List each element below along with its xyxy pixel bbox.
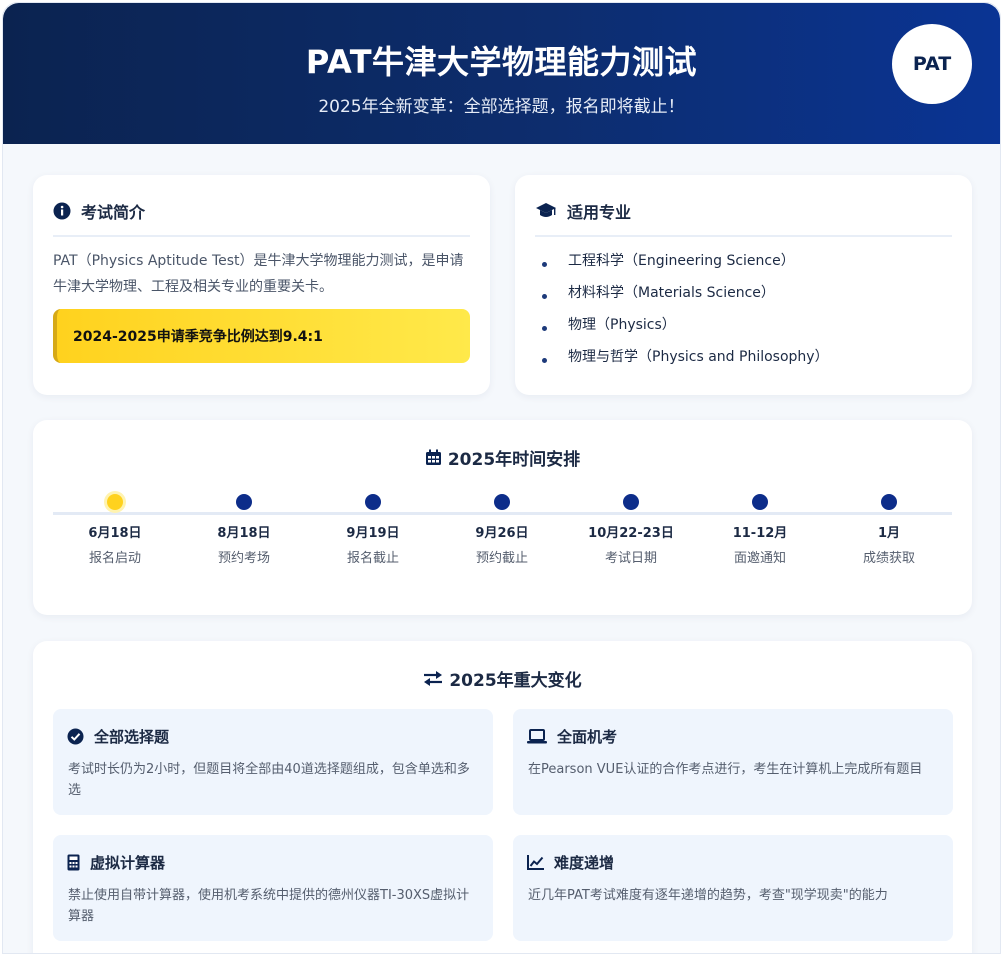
page-subtitle: 2025年全新变革：全部选择题，报名即将截止！	[318, 97, 685, 117]
timeline-date: 11-12月	[732, 526, 788, 541]
change-item-desc: 考试时长仍为2小时，但题目将全部由40道选择题组成，包含单选和多选	[68, 762, 470, 798]
intro-text: PAT（Physics Aptitude Test）是牛津大学物理能力测试，是申…	[53, 253, 464, 295]
header-banner: PAT牛津大学物理能力测试 2025年全新变革：全部选择题，报名即将截止！ PA…	[3, 3, 1000, 144]
timeline-dot	[494, 494, 510, 510]
line-chart-icon	[527, 855, 544, 870]
bullet-icon	[542, 294, 547, 299]
timeline-item: 9月19日 报名截止	[313, 494, 433, 566]
timeline-date: 9月19日	[346, 526, 400, 541]
list-item: 物理与哲学（Physics and Philosophy）	[539, 344, 829, 376]
changes-card: 2025年重大变化 全部选择题 考试时长仍为2小时，但题目将全部由40道选择题组…	[33, 641, 972, 953]
change-item-header: 全部选择题	[67, 726, 169, 747]
timeline-label: 报名截止	[346, 551, 399, 566]
timeline-dot	[881, 494, 897, 510]
laptop-icon	[527, 729, 547, 744]
timeline-label: 面邀通知	[733, 551, 786, 566]
list-item: 工程科学（Engineering Science）	[539, 248, 829, 280]
timeline-date: 10月22-23日	[588, 526, 674, 541]
graduation-cap-icon	[535, 202, 557, 220]
timeline-item: 8月18日 预约考场	[184, 494, 304, 566]
calculator-icon	[67, 854, 80, 871]
timeline-label: 成绩获取	[862, 551, 915, 566]
change-item-header: 难度递增	[527, 852, 614, 873]
timeline-date: 1月	[877, 526, 901, 541]
timeline-label: 预约考场	[217, 551, 270, 566]
list-item: 材料科学（Materials Science）	[539, 280, 829, 312]
timeline-item: 11-12月 面邀通知	[700, 494, 820, 566]
change-item-desc: 禁止使用自带计算器，使用机考系统中提供的德州仪器TI-30XS虚拟计算器	[68, 888, 470, 924]
change-item-desc: 在Pearson VUE认证的合作考点进行，考生在计算机上完成所有题目	[528, 762, 923, 777]
info-circle-icon	[53, 202, 71, 220]
timeline-label: 报名启动	[88, 551, 141, 566]
timeline-dot	[365, 494, 381, 510]
timeline-item: 6月18日 报名启动	[55, 494, 175, 566]
timeline-card: 2025年时间安排 6月18日 报名启动 8月18日 预约考场 9月19日 报名…	[33, 420, 972, 615]
timeline-title: 2025年时间安排	[33, 445, 972, 470]
check-circle-icon	[67, 728, 84, 745]
bullet-icon	[542, 262, 547, 267]
timeline-date: 8月18日	[217, 526, 271, 541]
change-item: 全部选择题 考试时长仍为2小时，但题目将全部由40道选择题组成，包含单选和多选	[53, 709, 493, 815]
timeline-dot-active	[107, 494, 123, 510]
bullet-icon	[542, 358, 547, 363]
majors-title: 适用专业	[567, 203, 632, 222]
changes-title: 2025年重大变化	[33, 666, 972, 691]
page-title: PAT牛津大学物理能力测试	[305, 43, 698, 81]
pat-logo: PAT	[892, 24, 972, 104]
change-item-desc: 近几年PAT考试难度有逐年递增的趋势，考查"现学现卖"的能力	[528, 888, 888, 903]
timeline-item: 9月26日 预约截止	[442, 494, 562, 566]
timeline-item: 1月 成绩获取	[829, 494, 949, 566]
timeline-date: 9月26日	[475, 526, 529, 541]
exchange-arrows-icon	[423, 670, 443, 687]
majors-card: 适用专业 工程科学（Engineering Science） 材料科学（Mate…	[515, 175, 972, 395]
timeline-dot	[752, 494, 768, 510]
change-item-header: 全面机考	[527, 726, 617, 747]
change-item-header: 虚拟计算器	[67, 852, 165, 873]
majors-card-header: 适用专业	[535, 199, 952, 237]
competition-ratio-highlight: 2024-2025申请季竞争比例达到9.4:1	[53, 309, 470, 363]
change-item: 全面机考 在Pearson VUE认证的合作考点进行，考生在计算机上完成所有题目	[513, 709, 953, 815]
intro-card: 考试简介 PAT（Physics Aptitude Test）是牛津大学物理能力…	[33, 175, 490, 395]
change-item: 难度递增 近几年PAT考试难度有逐年递增的趋势，考查"现学现卖"的能力	[513, 835, 953, 941]
bullet-icon	[542, 326, 547, 331]
change-item: 虚拟计算器 禁止使用自带计算器，使用机考系统中提供的德州仪器TI-30XS虚拟计…	[53, 835, 493, 941]
page-frame: PAT牛津大学物理能力测试 2025年全新变革：全部选择题，报名即将截止！ PA…	[2, 2, 1001, 954]
timeline-label: 考试日期	[604, 551, 657, 566]
timeline-label: 预约截止	[475, 551, 528, 566]
timeline-date: 6月18日	[88, 526, 142, 541]
timeline-dot	[236, 494, 252, 510]
calendar-icon	[425, 449, 442, 466]
timeline-item: 10月22-23日 考试日期	[571, 494, 691, 566]
intro-title: 考试简介	[81, 203, 146, 222]
list-item: 物理（Physics）	[539, 312, 829, 344]
majors-list: 工程科学（Engineering Science） 材料科学（Materials…	[539, 248, 829, 376]
timeline-dot	[623, 494, 639, 510]
intro-card-header: 考试简介	[53, 199, 470, 237]
